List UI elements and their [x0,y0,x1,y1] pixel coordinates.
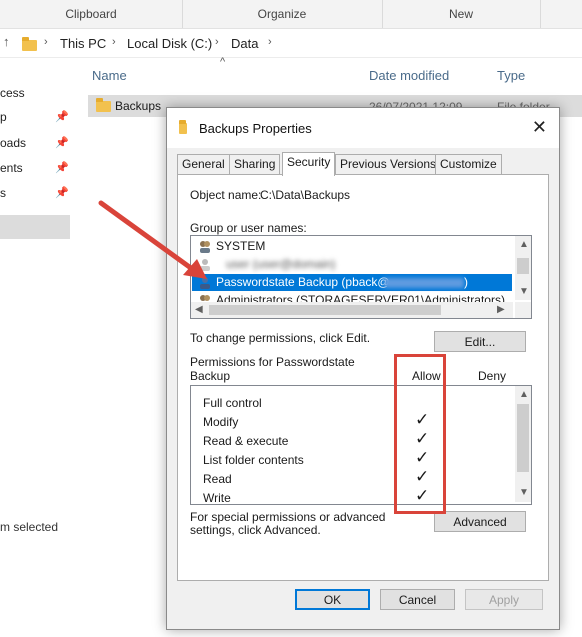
special-permissions-text: For special permissions or advanced sett… [190,510,386,537]
column-header-date[interactable]: Date modified [369,68,449,83]
permissions-list: Full control Modify Read & execute List … [190,385,532,505]
permissions-vscrollbar[interactable]: ▲ ▼ [515,386,531,502]
nav-item-downloads[interactable]: oads [0,136,26,150]
permission-list-folder-contents: List folder contents [203,453,304,467]
column-header-name[interactable]: Name [92,68,127,83]
pin-icon: 📌 [55,187,69,199]
address-bar[interactable]: ↑ › This PC › Local Disk (C:) › Data › [0,29,582,58]
ribbon-group-new: New [382,0,541,28]
user-row-system[interactable]: SYSTEM [192,238,512,255]
permission-modify: Modify [203,415,239,429]
scroll-down-icon[interactable]: ▼ [519,286,529,297]
ok-button[interactable]: OK [295,589,370,610]
permission-read-execute: Read & execute [203,434,289,448]
scroll-thumb[interactable] [517,258,529,274]
pin-icon: 📌 [55,162,69,174]
tab-general[interactable]: General [177,154,230,175]
nav-item-pictures[interactable]: s [0,186,6,200]
nav-item-desktop[interactable]: p [0,110,7,124]
breadcrumb-this-pc[interactable]: This PC [60,36,106,51]
cancel-button[interactable]: Cancel [380,589,455,610]
breadcrumb-local-disk[interactable]: Local Disk (C:) [127,36,212,51]
tab-customize[interactable]: Customize [435,154,502,175]
annotation-highlight-box [394,354,446,514]
up-arrow-icon[interactable]: ↑ [3,34,10,49]
folder-icon [22,37,37,51]
tab-previous-versions[interactable]: Previous Versions [335,154,442,175]
apply-button[interactable]: Apply [465,589,543,610]
sort-arrow-icon: ^ [220,56,226,68]
dialog-title: Backups Properties [199,121,312,136]
pin-icon: 📌 [55,111,69,123]
ribbon-group-organize: Organize [182,0,383,28]
close-icon[interactable]: ✕ [532,117,547,138]
permission-full-control: Full control [203,396,262,410]
user-listbox[interactable]: SYSTEM user (user@domain) Passwordstate … [190,235,532,319]
object-name-value: C:\Data\Backups [260,188,351,202]
scroll-up-icon[interactable]: ▲ [519,239,529,250]
chevron-right-icon[interactable]: › [268,36,272,48]
file-name: Backups [115,99,162,113]
chevron-right-icon: › [44,36,48,48]
edit-button[interactable]: Edit... [434,331,526,352]
users-icon [200,295,210,301]
chevron-right-icon: › [215,36,219,48]
user-list-vscrollbar[interactable]: ▲ ▼ [515,236,531,300]
breadcrumb-data[interactable]: Data [231,36,258,51]
nav-item-quick-access[interactable]: cess [0,86,25,100]
user-row-administrators[interactable]: Administrators (STORAGESERVER01\Administ… [192,292,512,302]
permission-write: Write [203,491,231,505]
nav-item-selected[interactable] [0,215,70,239]
security-tab-panel: Object name: C:\Data\Backups Group or us… [177,174,549,581]
folder-icon [179,120,187,134]
dialog-title-bar[interactable]: Backups Properties ✕ [167,108,559,148]
properties-dialog: Backups Properties ✕ General Sharing Sec… [166,107,560,630]
status-bar-text: m selected [0,520,59,534]
deny-column-header: Deny [478,369,507,383]
annotation-arrow-icon [98,200,207,279]
ribbon-group-clipboard: Clipboard [0,0,183,28]
user-row-passwordstate-backup[interactable]: Passwordstate Backup (pback@ ) [192,274,512,291]
permission-read: Read [203,472,232,486]
scroll-thumb[interactable] [517,404,529,472]
scroll-down-icon[interactable]: ▼ [519,487,529,498]
chevron-right-icon: › [112,36,116,48]
ribbon-group-bar: Clipboard Organize New [0,0,582,29]
permissions-for-label: Permissions for Passwordstate Backup [190,355,355,383]
scroll-up-icon[interactable]: ▲ [519,389,529,400]
scroll-right-icon[interactable]: ▶ [497,304,505,315]
folder-icon [96,98,111,112]
tab-sharing[interactable]: Sharing [229,154,281,175]
change-permissions-text: To change permissions, click Edit. [190,331,371,345]
scroll-left-icon[interactable]: ◀ [195,304,203,315]
advanced-button[interactable]: Advanced [434,511,526,532]
nav-item-documents[interactable]: ents [0,161,23,175]
redacted-email [384,278,464,288]
user-row-blurred[interactable]: user (user@domain) [192,256,512,273]
user-list-hscrollbar[interactable]: ◀ ▶ [191,302,513,318]
column-header-type[interactable]: Type [497,68,525,83]
scroll-thumb[interactable] [209,305,441,315]
tab-security[interactable]: Security [282,152,336,176]
pin-icon: 📌 [55,137,69,149]
